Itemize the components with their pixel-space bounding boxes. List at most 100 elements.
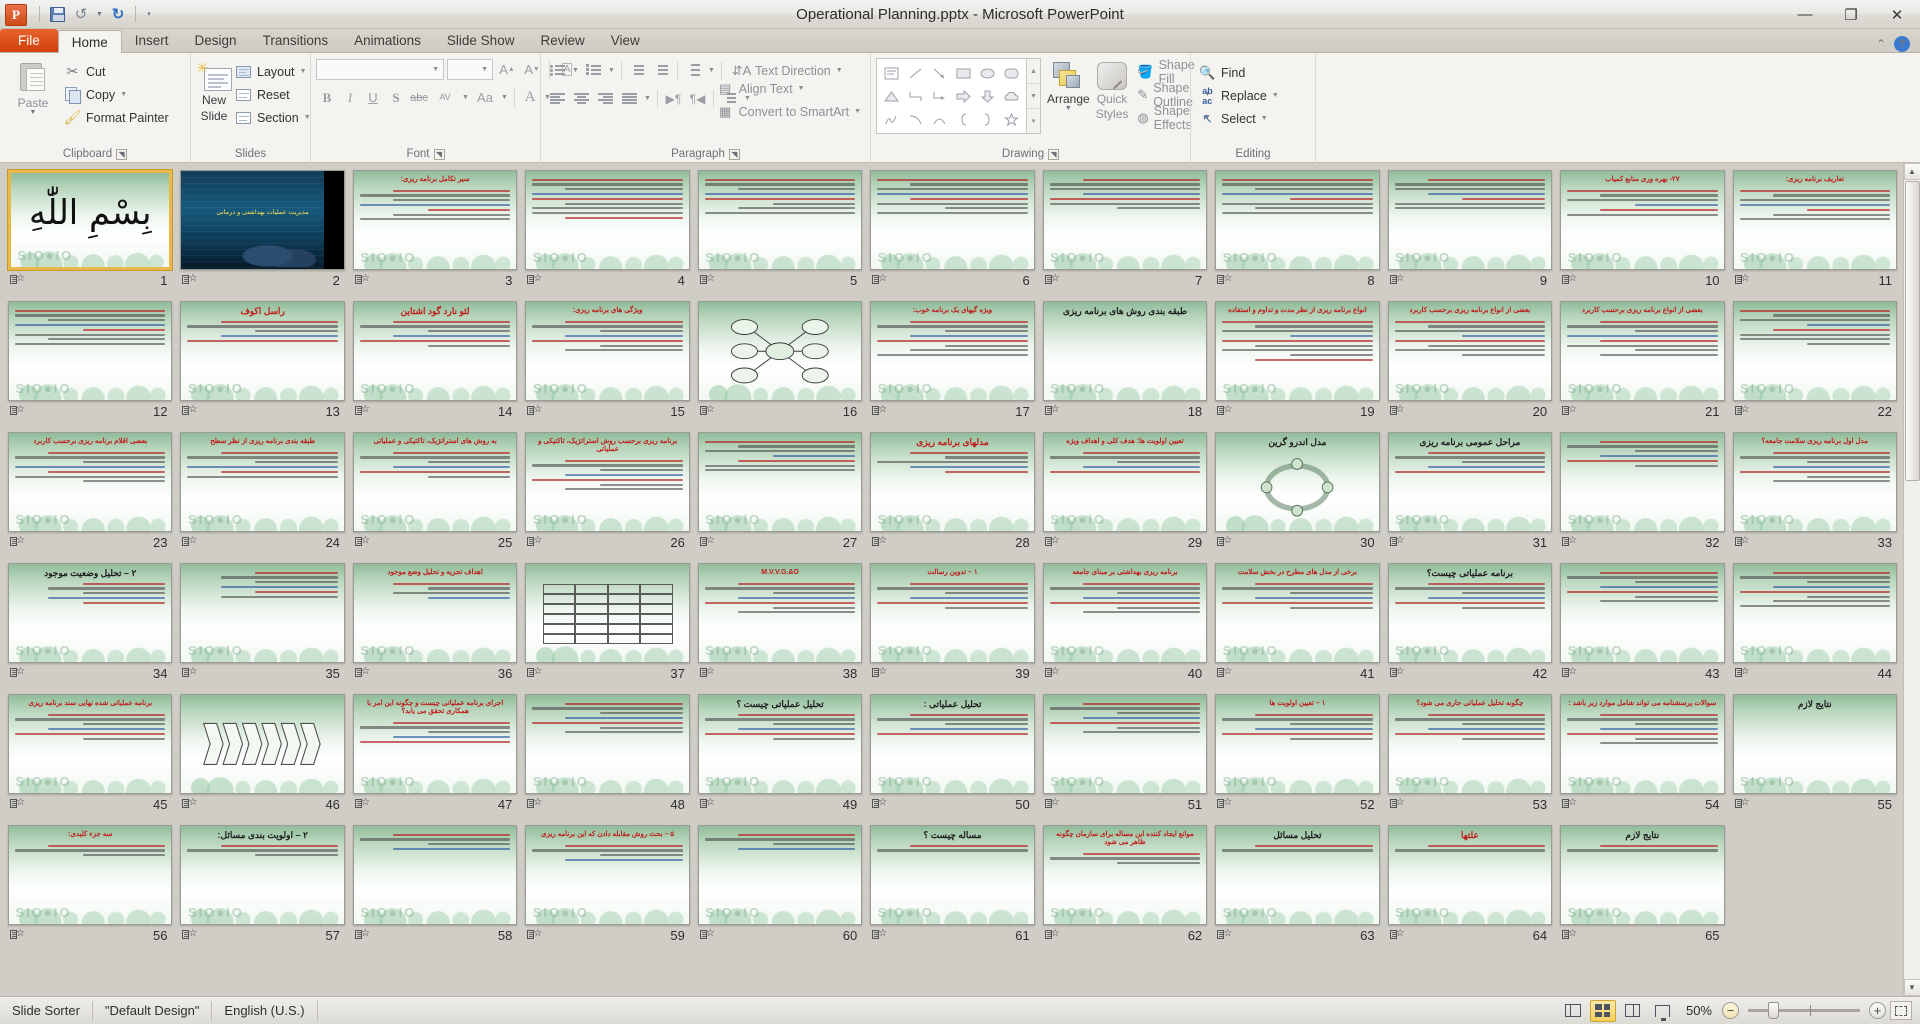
slide-preview[interactable]: SIO●IO انواع برنامه ریزی از نظر مدت و تدا… xyxy=(1215,301,1380,401)
slide-thumbnail-13[interactable]: SIO●IO راسل اکوف ☆ 13 xyxy=(176,298,348,429)
bullets-button[interactable] xyxy=(546,60,569,81)
transition-star-icon[interactable]: ☆ xyxy=(10,667,25,679)
slide-preview[interactable]: SIO●IO xyxy=(8,301,173,401)
gallery-scroll-down-icon[interactable]: ▼ xyxy=(1027,84,1040,109)
rtl-paragraph-button[interactable]: ¶◀ xyxy=(686,88,709,109)
slide-preview[interactable]: SIO●IO مراحل عمومی برنامه ریزی xyxy=(1387,432,1553,532)
transition-star-icon[interactable]: ☆ xyxy=(1562,929,1577,941)
slide-thumbnail-55[interactable]: SIO●IO نتایج لازم ☆ 55 xyxy=(1729,691,1901,822)
slide-thumbnail-16[interactable]: ☆ 16 xyxy=(694,298,866,429)
transition-star-icon[interactable]: ☆ xyxy=(354,405,370,417)
slide-thumbnail-38[interactable]: SIO●IO M.V.V.G.&O ☆ 38 xyxy=(694,560,866,691)
redo-button[interactable]: ↻ xyxy=(107,4,129,25)
slide-preview[interactable]: SIO●IO ۲۷- بهره وری منابع کمیاب xyxy=(1560,170,1725,270)
zoom-slider[interactable] xyxy=(1748,1002,1860,1019)
bullets-dropdown[interactable]: ▼ xyxy=(570,60,581,81)
zoom-level-label[interactable]: 50% xyxy=(1680,1003,1718,1018)
transition-star-icon[interactable]: ☆ xyxy=(1389,405,1405,417)
numbering-dropdown[interactable]: ▼ xyxy=(606,60,617,81)
section-button[interactable]: Section ▼ xyxy=(232,106,314,129)
tab-file[interactable]: File xyxy=(0,29,58,52)
slide-thumbnail-53[interactable]: SIO●IO چگونه تحلیل عملیاتی جاری می شود؟ ☆ 5… xyxy=(1384,691,1556,822)
slide-thumbnail-1[interactable]: بِسْمِ اللّٰهِ SIO●IO ☆ 1 xyxy=(4,167,176,298)
slide-thumbnail-45[interactable]: SIO●IO برنامه عملیاتی شده نهایی سند برنام… xyxy=(4,691,176,822)
convert-to-smartart-button[interactable]: ▦ Convert to SmartArt ▼ xyxy=(714,100,864,123)
slide-preview[interactable]: SIO●IO سوالات پرسشنامه می تواند شامل موار… xyxy=(1560,694,1725,794)
transition-star-icon[interactable]: ☆ xyxy=(182,536,197,548)
save-button[interactable] xyxy=(46,4,68,25)
slide-thumbnail-48[interactable]: SIO●IO ☆ 48 xyxy=(521,691,693,822)
elbow-arrow-connector-icon[interactable] xyxy=(928,85,951,107)
slide-preview[interactable]: بِسْمِ اللّٰهِ SIO●IO xyxy=(8,170,173,270)
slide-preview[interactable]: SIO●IO اجرای برنامه عملیاتی چیست و چگونه … xyxy=(352,694,518,794)
slide-thumbnail-12[interactable]: SIO●IO ☆ 12 xyxy=(4,298,176,429)
slide-preview[interactable]: SIO●IO سه جزء کلیدی: xyxy=(8,825,173,925)
minimize-ribbon-icon[interactable]: ⌃ xyxy=(1876,37,1886,51)
fit-slide-to-window-button[interactable] xyxy=(1890,1001,1912,1020)
slide-preview[interactable]: SIO●IO راسل اکوف xyxy=(180,301,345,401)
slide-preview[interactable]: SIO●IO مدلهای برنامه ریزی xyxy=(870,432,1035,532)
textbox-shape-icon[interactable] xyxy=(880,62,903,84)
transition-star-icon[interactable]: ☆ xyxy=(354,798,370,810)
slide-preview[interactable]: SIO●IO xyxy=(525,694,690,794)
zoom-in-button[interactable]: + xyxy=(1869,1002,1886,1019)
transition-star-icon[interactable]: ☆ xyxy=(1389,536,1405,548)
justify-dropdown[interactable]: ▼ xyxy=(642,88,653,109)
slide-preview[interactable]: SIO●IO تحلیل عملیاتی : xyxy=(870,694,1035,794)
drawing-dialog-launcher[interactable]: ◥ xyxy=(1048,148,1060,160)
transition-star-icon[interactable]: ☆ xyxy=(699,274,715,286)
slide-thumbnail-22[interactable]: SIO●IO ☆ 22 xyxy=(1729,298,1901,429)
oval-shape-icon[interactable] xyxy=(976,62,999,84)
transition-star-icon[interactable]: ☆ xyxy=(182,274,197,286)
transition-star-icon[interactable]: ☆ xyxy=(182,667,197,679)
transition-star-icon[interactable]: ☆ xyxy=(1389,274,1405,286)
slide-preview[interactable] xyxy=(180,694,345,794)
tab-view[interactable]: View xyxy=(598,29,653,52)
numbering-button[interactable] xyxy=(582,60,605,81)
slide-preview[interactable]: SIO●IO xyxy=(1560,563,1725,663)
transition-star-icon[interactable]: ☆ xyxy=(1044,536,1060,548)
transition-star-icon[interactable]: ☆ xyxy=(10,274,25,286)
slide-thumbnail-21[interactable]: SIO●IO بعضی از انواع برنامه ریزی برحسب کا… xyxy=(1556,298,1728,429)
slide-preview[interactable]: SIO●IO اهداف تجزیه و تحلیل وضع موجود xyxy=(352,563,518,663)
italic-button[interactable]: I xyxy=(339,87,361,108)
quick-styles-button[interactable]: Quick Styles xyxy=(1096,58,1128,120)
line-shape-icon[interactable] xyxy=(904,62,927,84)
scroll-up-icon[interactable]: ▲ xyxy=(1903,163,1920,180)
reset-button[interactable]: Reset xyxy=(232,83,314,106)
transition-star-icon[interactable]: ☆ xyxy=(1389,798,1405,810)
customize-qat-button[interactable]: ▾ xyxy=(142,4,156,25)
transition-star-icon[interactable]: ☆ xyxy=(1734,274,1750,286)
format-painter-button[interactable]: 🖌 Format Painter xyxy=(61,106,172,129)
normal-view-button[interactable] xyxy=(1560,1000,1586,1022)
help-icon[interactable]: ? xyxy=(1894,36,1910,52)
elbow-connector-icon[interactable] xyxy=(904,85,927,107)
transition-star-icon[interactable]: ☆ xyxy=(1734,536,1750,548)
transition-star-icon[interactable]: ☆ xyxy=(1389,667,1405,679)
tab-home[interactable]: Home xyxy=(57,30,122,53)
tab-transitions[interactable]: Transitions xyxy=(250,29,342,52)
scribble-shape-icon[interactable] xyxy=(880,108,903,130)
transition-star-icon[interactable]: ☆ xyxy=(699,929,715,941)
select-button[interactable]: ↖ Select ▼ xyxy=(1196,107,1282,130)
transition-star-icon[interactable]: ☆ xyxy=(354,536,370,548)
slide-thumbnail-64[interactable]: SIO●IO علتها ☆ 64 xyxy=(1384,822,1556,953)
scrollbar-thumb[interactable] xyxy=(1904,181,1920,481)
slide-preview[interactable]: SIO●IO xyxy=(1732,563,1897,663)
slide-thumbnail-44[interactable]: SIO●IO ☆ 44 xyxy=(1729,560,1901,691)
transition-star-icon[interactable]: ☆ xyxy=(1389,929,1405,941)
slide-preview[interactable]: SIO●IO xyxy=(1042,170,1208,270)
slide-preview[interactable]: SIO●IO ۱ – تعیین اولویت ها xyxy=(1215,694,1380,794)
slide-preview[interactable]: SIO●IO برنامه ریزی برحسب روش استراتژیک، ت… xyxy=(525,432,690,532)
slide-preview[interactable]: SIO●IO xyxy=(1215,170,1380,270)
arrow-shape-icon[interactable] xyxy=(928,62,951,84)
maximize-button[interactable]: ❐ xyxy=(1828,0,1874,29)
slide-preview[interactable]: SIO●IO ۱ – تدوین رسالت xyxy=(870,563,1035,663)
transition-star-icon[interactable]: ☆ xyxy=(1562,274,1577,286)
transition-star-icon[interactable]: ☆ xyxy=(527,274,542,286)
decrease-indent-button[interactable] xyxy=(626,60,649,81)
transition-star-icon[interactable]: ☆ xyxy=(1217,536,1232,548)
transition-star-icon[interactable]: ☆ xyxy=(1562,405,1577,417)
slide-preview[interactable]: SIO●IO xyxy=(1387,170,1553,270)
slide-thumbnail-62[interactable]: SIO●IO موانع ایجاد کننده این مساله برای س… xyxy=(1039,822,1211,953)
